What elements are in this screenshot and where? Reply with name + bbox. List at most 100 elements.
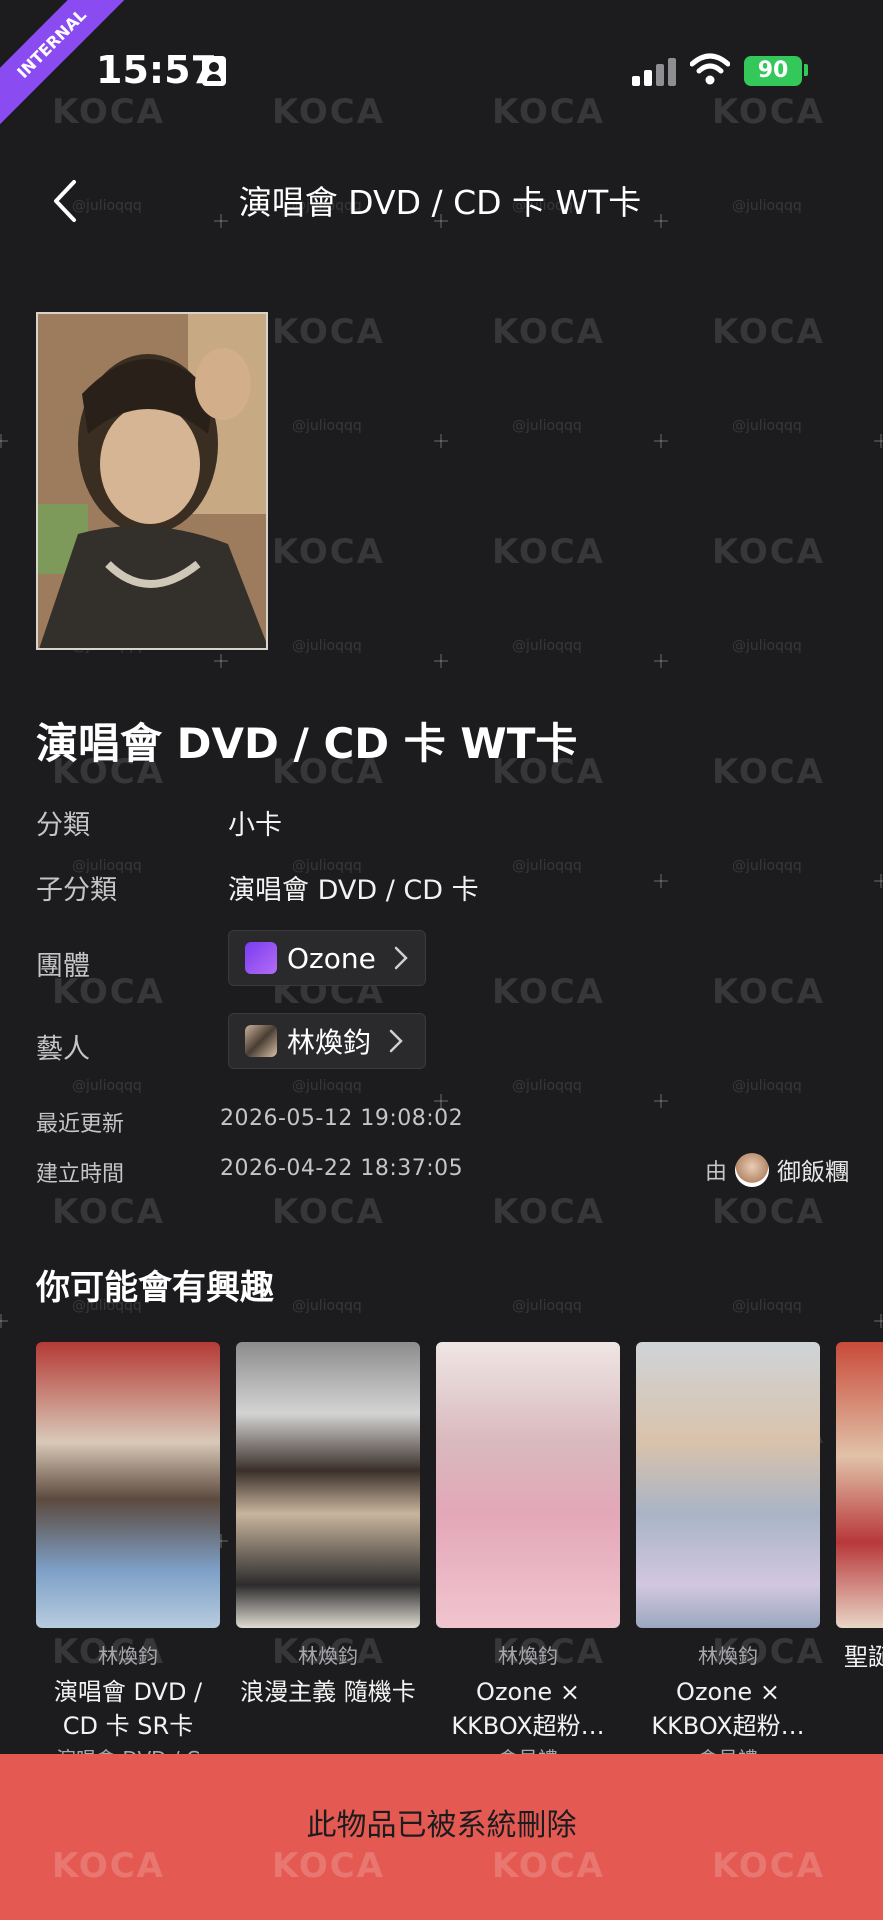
recommendation-name: 浪漫主義 隨機卡 [240, 1678, 416, 1706]
item-photo[interactable] [36, 312, 268, 650]
watermark-handle: @julioqqq [292, 1078, 362, 1094]
updated-value: 2026-05-12 19:08:02 [220, 1106, 464, 1131]
sparkle-icon [434, 434, 448, 448]
recommendation-name: 演唱會 DVD / CD 卡 SR卡 [53, 1678, 203, 1740]
group-chip[interactable]: Ozone [228, 930, 426, 986]
watermark-logo: KOCA [712, 752, 825, 792]
watermark-logo: KOCA [712, 312, 825, 352]
updated-label: 最近更新 [36, 1112, 125, 1137]
recommendation-card[interactable]: 林煥鈞 Ozone × KKBOX超粉… 會員禮 [636, 1342, 820, 1772]
sparkle-icon [654, 654, 668, 668]
subcategory-value: 演唱會 DVD / CD 卡 [228, 875, 479, 906]
sparkle-icon [874, 434, 883, 448]
recommendation-artist: 林煥鈞 [98, 1644, 158, 1668]
item-title: 演唱會 DVD / CD 卡 WT卡 [36, 719, 578, 768]
watermark-logo: KOCA [272, 532, 385, 572]
watermark-logo: KOCA [272, 312, 385, 352]
watermark-logo: KOCA [492, 312, 605, 352]
watermark-handle: @julioqqq [732, 418, 802, 434]
deleted-banner: 此物品已被系統刪除 KOCA KOCA KOCA KOCA [0, 1754, 883, 1920]
watermark-logo: KOCA [492, 1846, 605, 1886]
watermark-handle: @julioqqq [732, 638, 802, 654]
watermark-handle: @julioqqq [732, 1078, 802, 1094]
watermark-handle: @julioqqq [512, 638, 582, 654]
recommendations-title: 你可能會有興趣 [36, 1268, 274, 1308]
sparkle-icon [654, 874, 668, 888]
watermark-logo: KOCA [272, 1192, 385, 1232]
sparkle-icon [874, 1314, 883, 1328]
recommendation-card[interactable]: 林煥鈞 演唱會 DVD / CD 卡 SR卡 演唱會 DVD / C [36, 1342, 220, 1772]
watermark-handle: @julioqqq [292, 418, 362, 434]
artist-chip[interactable]: 林煥鈞 [228, 1013, 426, 1069]
watermark-logo: KOCA [492, 1192, 605, 1232]
sparkle-icon [874, 874, 883, 888]
watermark-logo: KOCA [712, 1192, 825, 1232]
deleted-message: 此物品已被系統刪除 [306, 1808, 577, 1843]
created-value: 2026-04-22 18:37:05 [220, 1156, 464, 1181]
portrait-illustration [38, 314, 266, 648]
creator-avatar [735, 1152, 769, 1187]
recommendation-card[interactable]: 林煥鈞 浪漫主義 隨機卡 [236, 1342, 420, 1709]
sparkle-icon [214, 654, 228, 668]
creator-prefix: 由 [704, 1159, 727, 1185]
watermark-logo: KOCA [52, 1846, 165, 1886]
recommendation-artist: 林煥鈞 [698, 1644, 758, 1668]
recommendation-artist: 林煥鈞 [298, 1644, 358, 1668]
watermark-handle: @julioqqq [72, 1078, 142, 1094]
contact-card-icon [202, 56, 226, 86]
recommendation-card[interactable]: 聖誕 卡 [836, 1342, 883, 1674]
recommendation-photo [236, 1342, 420, 1628]
recommendation-name: Ozone × KKBOX超粉… [651, 1678, 805, 1740]
watermark-handle: @julioqqq [512, 1298, 582, 1314]
status-bar: 15:57 90 [0, 0, 883, 140]
battery-icon: 90 [744, 56, 802, 86]
recommendation-card[interactable]: 林煥鈞 Ozone × KKBOX超粉… 會員禮 [436, 1342, 620, 1772]
watermark-logo: KOCA [712, 972, 825, 1012]
watermark-handle: @julioqqq [512, 858, 582, 874]
group-logo-icon [245, 942, 277, 974]
watermark-handle: @julioqqq [732, 1298, 802, 1314]
recommendation-photo [836, 1342, 883, 1628]
category-value: 小卡 [228, 810, 282, 841]
sparkle-icon [654, 434, 668, 448]
sparkle-icon [654, 1094, 668, 1108]
artist-chip-label: 林煥鈞 [287, 1026, 372, 1059]
created-label: 建立時間 [36, 1162, 125, 1187]
recommendation-artist: 林煥鈞 [498, 1644, 558, 1668]
artist-avatar-icon [245, 1025, 277, 1057]
status-time: 15:57 [96, 48, 217, 92]
artist-label: 藝人 [36, 1034, 90, 1065]
watermark-handle: @julioqqq [72, 198, 142, 214]
recommendation-name: 聖誕 卡 [844, 1643, 883, 1671]
chevron-right-icon [394, 946, 408, 970]
watermark-logo: KOCA [492, 532, 605, 572]
group-label: 團體 [36, 951, 90, 982]
chevron-right-icon [389, 1029, 403, 1053]
watermark-logo: KOCA [52, 1192, 165, 1232]
category-label: 分類 [36, 810, 90, 841]
cellular-signal-icon [632, 56, 678, 86]
watermark-logo: KOCA [712, 1846, 825, 1886]
recommendation-photo [436, 1342, 620, 1628]
creator-name: 御飯糰 [777, 1158, 849, 1186]
sparkle-icon [0, 1314, 8, 1328]
wifi-icon [690, 53, 730, 85]
watermark-handle: @julioqqq [512, 1078, 582, 1094]
sparkle-icon [434, 654, 448, 668]
nav-title: 演唱會 DVD / CD 卡 WT卡 [238, 183, 642, 222]
watermark-handle: @julioqqq [292, 1298, 362, 1314]
battery-tip [804, 64, 808, 76]
watermark-handle: @julioqqq [732, 198, 802, 214]
creator-info[interactable]: 由 御飯糰 [705, 1152, 849, 1187]
back-chevron-icon[interactable] [48, 178, 82, 224]
watermark-handle: @julioqqq [292, 638, 362, 654]
group-chip-label: Ozone [287, 941, 376, 975]
recommendation-photo [636, 1342, 820, 1628]
watermark-handle: @julioqqq [732, 858, 802, 874]
subcategory-label: 子分類 [36, 875, 117, 906]
recommendation-photo [36, 1342, 220, 1628]
recommendation-name: Ozone × KKBOX超粉… [451, 1678, 605, 1740]
watermark-handle: @julioqqq [512, 418, 582, 434]
watermark-logo: KOCA [492, 972, 605, 1012]
watermark-logo: KOCA [712, 532, 825, 572]
